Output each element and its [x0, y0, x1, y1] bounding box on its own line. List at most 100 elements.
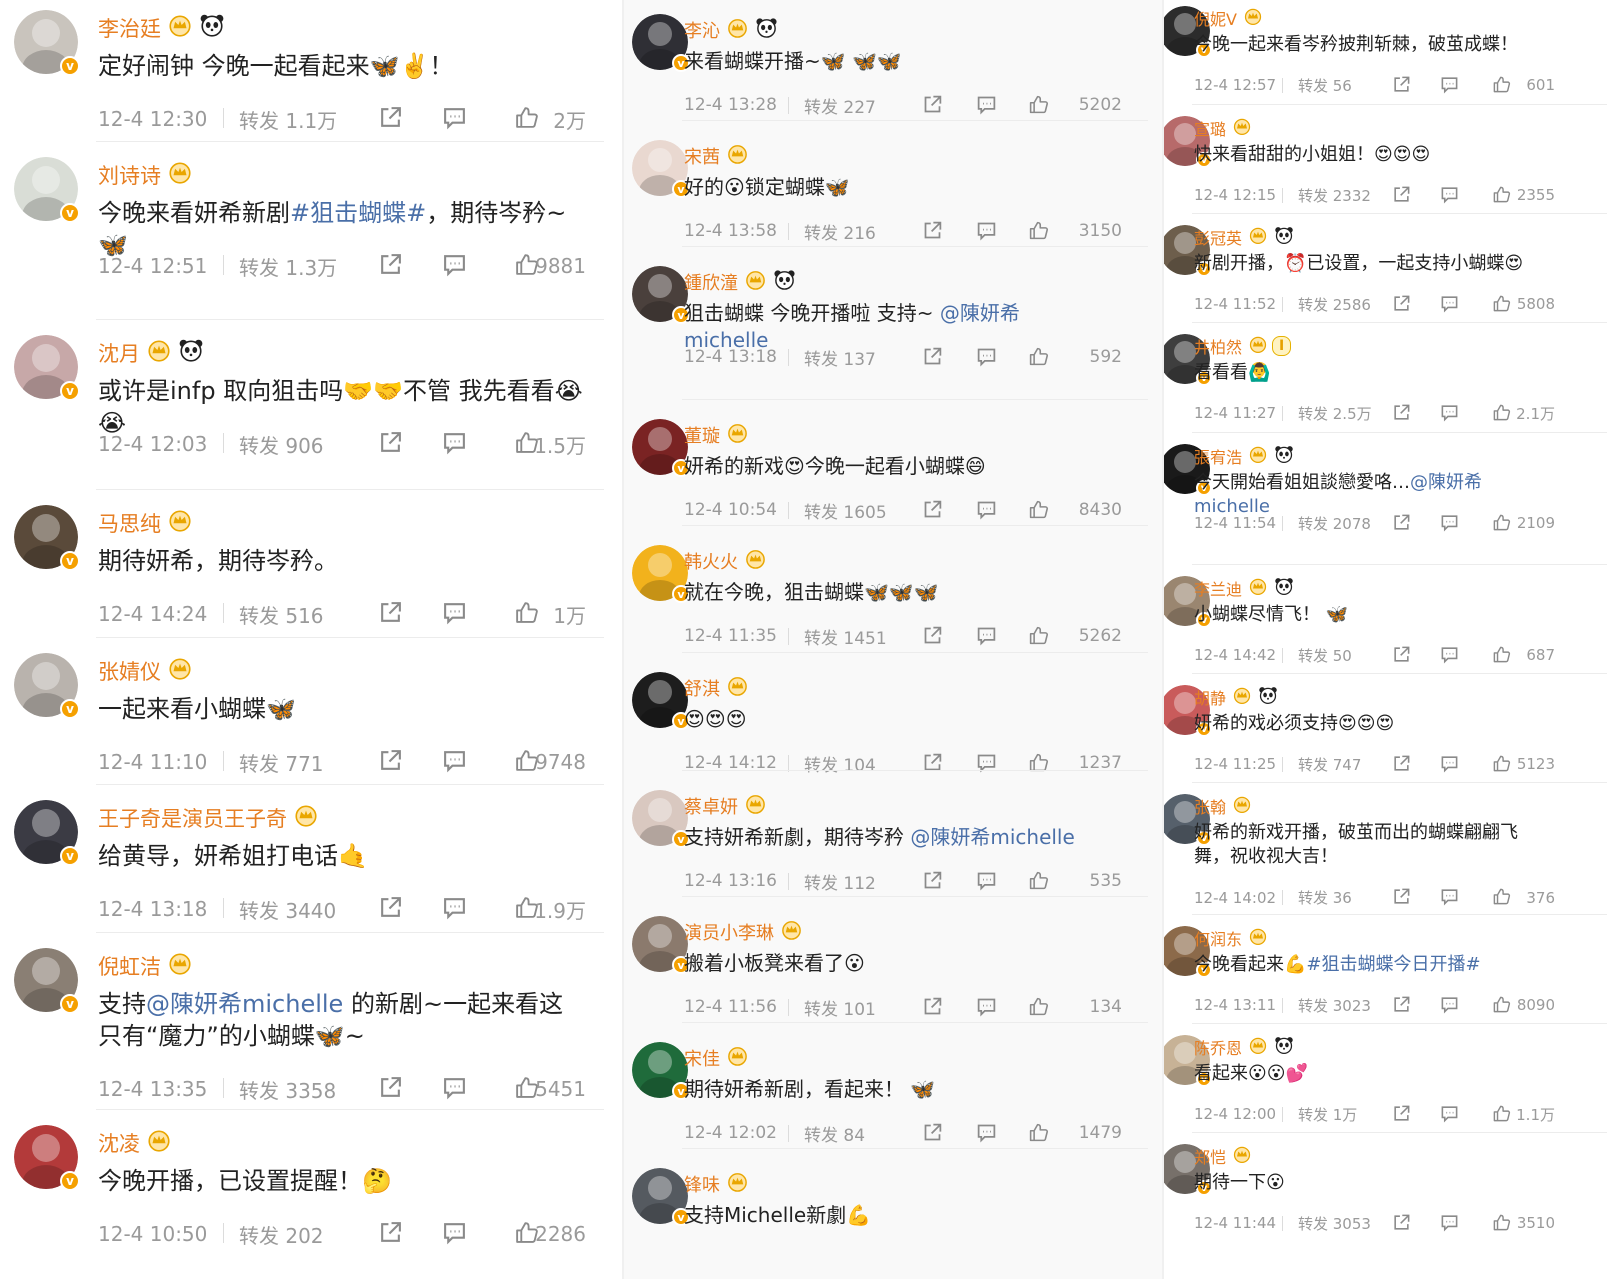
comment-icon[interactable]: [1440, 1104, 1459, 1127]
comment-icon[interactable]: [976, 94, 997, 120]
share-icon[interactable]: [922, 94, 943, 120]
comment-icon[interactable]: [1440, 294, 1459, 317]
comment-card[interactable]: v 李沁 来看蝴蝶开播~🦋 🦋🦋 12-4 13:28 转发 227 5202: [624, 0, 1162, 126]
thumbs-up-icon[interactable]: [1028, 346, 1049, 372]
comment-card[interactable]: v 演员小李琳 搬着小板凳来看了😮 12-4 11:56 转发 101 134: [624, 902, 1162, 1028]
comment-icon[interactable]: [442, 895, 467, 925]
thumbs-up-icon[interactable]: [1028, 94, 1049, 120]
thumbs-up-icon[interactable]: [1492, 1213, 1511, 1236]
username-link[interactable]: 郑恺: [1194, 1144, 1226, 1168]
hashtag-link[interactable]: #狙击蝴蝶今日开播#: [1306, 954, 1480, 975]
username-link[interactable]: 倪妮V: [1194, 6, 1237, 30]
comment-card[interactable]: v 沈凌 今晚开播，已设置提醒！🤔 12-4 10:50 转发 202 2286: [0, 1115, 622, 1279]
comment-card[interactable]: v 锋味 支持Michelle新劇💪: [624, 1154, 1162, 1279]
username-link[interactable]: 韩火火: [684, 548, 738, 574]
comment-icon[interactable]: [976, 625, 997, 651]
share-icon[interactable]: [1392, 645, 1411, 668]
share-icon[interactable]: [378, 1075, 403, 1105]
thumbs-up-icon[interactable]: [1492, 1104, 1511, 1127]
comment-card[interactable]: v 宣璐 快来看甜甜的小姐姐！😍😍😍 12-4 12:15 转发 2332 2355: [1164, 110, 1621, 219]
comment-icon[interactable]: [1440, 995, 1459, 1018]
thumbs-up-icon[interactable]: [1492, 887, 1511, 910]
username-link[interactable]: 宣璐: [1194, 116, 1226, 140]
username-link[interactable]: 李沁: [684, 17, 720, 43]
username-link[interactable]: 宋佳: [684, 1045, 720, 1071]
share-icon[interactable]: [1392, 185, 1411, 208]
comment-card[interactable]: v 韩火火 就在今晚，狙击蝴蝶🦋🦋🦋 12-4 11:35 转发 1451 5262: [624, 531, 1162, 658]
comment-card[interactable]: v 王子奇是演员王子奇 给黄导，妍希姐打电话🤙 12-4 13:18 转发 3440 1.…: [0, 790, 622, 938]
comment-card[interactable]: v 张婧仪 一起来看小蝴蝶🦋 12-4 11:10 转发 771 9748: [0, 643, 622, 790]
share-icon[interactable]: [1392, 995, 1411, 1018]
comment-card[interactable]: v 舒淇 😍😍😍 12-4 14:12 转发 104 1237: [624, 658, 1162, 776]
comment-card[interactable]: v 胡静 妍希的戏必须支持😍😍😍 12-4 11:25 转发 747 5123: [1164, 679, 1621, 788]
username-link[interactable]: 沈月: [98, 338, 140, 368]
username-link[interactable]: 张婧仪: [98, 656, 161, 686]
comment-icon[interactable]: [976, 996, 997, 1022]
username-link[interactable]: 胡静: [1194, 685, 1226, 709]
username-link[interactable]: 井柏然: [1194, 334, 1242, 358]
thumbs-up-icon[interactable]: [1492, 995, 1511, 1018]
thumbs-up-icon[interactable]: [1028, 752, 1049, 778]
thumbs-up-icon[interactable]: [1492, 185, 1511, 208]
share-icon[interactable]: [922, 996, 943, 1022]
mention-link[interactable]: @陳妍希michelle: [1194, 472, 1482, 517]
share-icon[interactable]: [1392, 754, 1411, 777]
comment-icon[interactable]: [442, 430, 467, 460]
comment-card[interactable]: v 鍾欣潼 狙击蝴蝶 今晚开播啦 支持~ @陳妍希michelle 12-4 13:1…: [624, 252, 1162, 405]
comment-icon[interactable]: [976, 752, 997, 778]
comment-card[interactable]: v 倪虹洁 支持@陳妍希michelle 的新剧~一起来看这只有“魔力”的小蝴蝶🦋~…: [0, 938, 622, 1115]
thumbs-up-icon[interactable]: [514, 105, 539, 135]
comment-icon[interactable]: [1440, 185, 1459, 208]
comment-card[interactable]: v 宋茜 好的😮锁定蝴蝶🦋 12-4 13:58 转发 216 3150: [624, 126, 1162, 252]
comment-card[interactable]: v 董璇 妍希的新戏😍今晚一起看小蝴蝶😄 12-4 10:54 转发 1605 8430: [624, 405, 1162, 531]
username-link[interactable]: 倪虹洁: [98, 951, 161, 981]
share-icon[interactable]: [1392, 403, 1411, 426]
thumbs-up-icon[interactable]: [514, 600, 539, 630]
comment-icon[interactable]: [1440, 645, 1459, 668]
share-icon[interactable]: [922, 870, 943, 896]
thumbs-up-icon[interactable]: [1028, 220, 1049, 246]
username-link[interactable]: 演员小李琳: [684, 919, 774, 945]
username-link[interactable]: 刘诗诗: [98, 160, 161, 190]
thumbs-up-icon[interactable]: [1028, 870, 1049, 896]
share-icon[interactable]: [1392, 887, 1411, 910]
comment-icon[interactable]: [442, 105, 467, 135]
comment-card[interactable]: v 宋佳 期待妍希新剧，看起来！ 🦋 12-4 12:02 转发 84 1479: [624, 1028, 1162, 1154]
username-link[interactable]: 马思纯: [98, 508, 161, 538]
comment-card[interactable]: v 彭冠英 新剧开播，⏰已设置，一起支持小蝴蝶😍 12-4 11:52 转发 2586 5…: [1164, 219, 1621, 328]
comment-icon[interactable]: [976, 220, 997, 246]
comment-icon[interactable]: [976, 346, 997, 372]
comment-icon[interactable]: [1440, 403, 1459, 426]
share-icon[interactable]: [922, 499, 943, 525]
comment-card[interactable]: v 倪妮V 今晚一起来看岑矜披荆斩棘，破茧成蝶！ 12-4 12:57 转发 56 601: [1164, 0, 1621, 110]
username-link[interactable]: 董璇: [684, 422, 720, 448]
username-link[interactable]: 李治廷: [98, 13, 161, 43]
comment-icon[interactable]: [442, 748, 467, 778]
comment-icon[interactable]: [976, 1122, 997, 1148]
mention-link[interactable]: @陳妍希michelle: [146, 990, 343, 1018]
thumbs-up-icon[interactable]: [1028, 996, 1049, 1022]
comment-icon[interactable]: [442, 1075, 467, 1105]
comment-icon[interactable]: [442, 1220, 467, 1250]
username-link[interactable]: 沈凌: [98, 1128, 140, 1158]
comment-icon[interactable]: [1440, 513, 1459, 536]
share-icon[interactable]: [1392, 1104, 1411, 1127]
thumbs-up-icon[interactable]: [1028, 1122, 1049, 1148]
hashtag-link[interactable]: #狙击蝴蝶#: [290, 199, 426, 227]
comment-card[interactable]: v 郑恺 期待一下😮 12-4 11:44 转发 3053 3510: [1164, 1138, 1621, 1279]
thumbs-up-icon[interactable]: [1492, 294, 1511, 317]
username-link[interactable]: 李兰迪: [1194, 576, 1242, 600]
share-icon[interactable]: [378, 748, 403, 778]
share-icon[interactable]: [1392, 1213, 1411, 1236]
comment-icon[interactable]: [442, 600, 467, 630]
comment-card[interactable]: v 井柏然 I 看看看🙆‍♂️ 12-4 11:27 转发 2.5万 2.1万: [1164, 328, 1621, 438]
comment-card[interactable]: v 張宥浩 今天開始看姐姐談戀愛咯…@陳妍希michelle 12-4 11:54 转发…: [1164, 438, 1621, 570]
username-link[interactable]: 蔡卓妍: [684, 793, 738, 819]
share-icon[interactable]: [922, 625, 943, 651]
comment-icon[interactable]: [1440, 1213, 1459, 1236]
username-link[interactable]: 何润东: [1194, 926, 1242, 950]
thumbs-up-icon[interactable]: [1492, 754, 1511, 777]
comment-icon[interactable]: [1440, 75, 1459, 98]
share-icon[interactable]: [378, 252, 403, 282]
comment-icon[interactable]: [442, 252, 467, 282]
